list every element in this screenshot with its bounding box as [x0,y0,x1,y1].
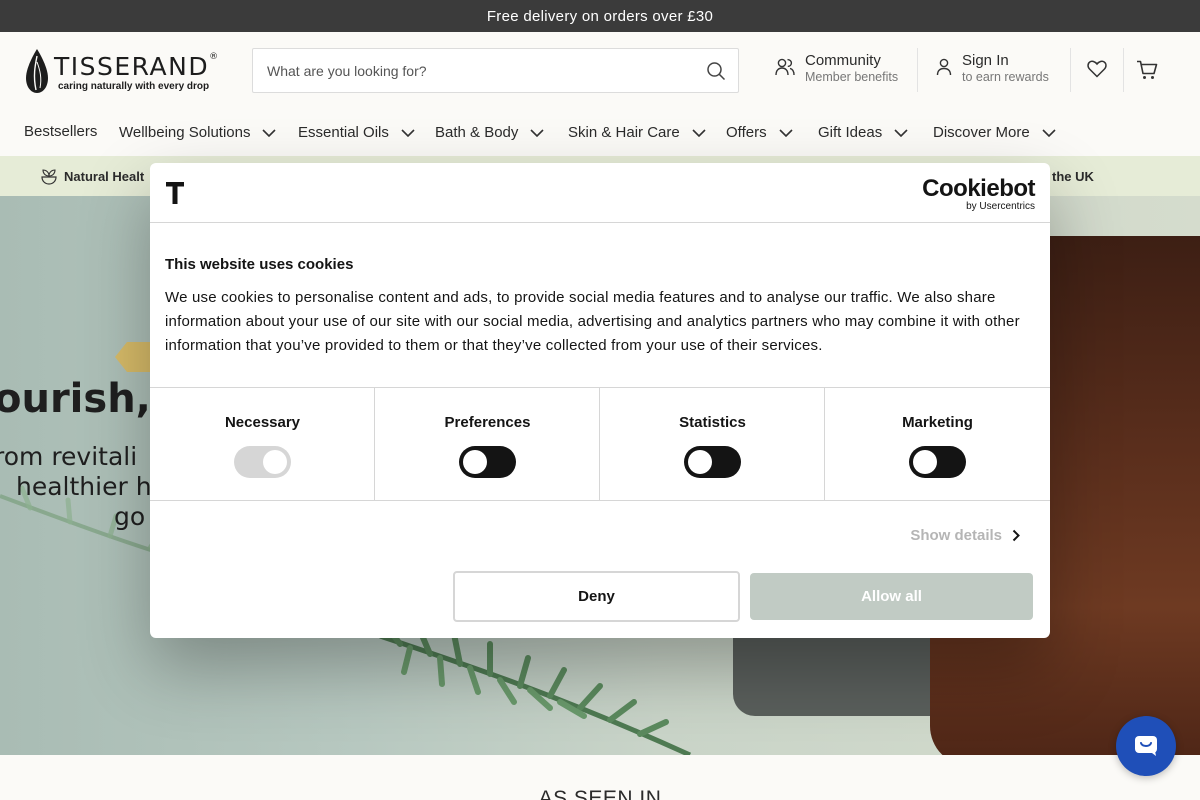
nav-item-offers[interactable]: Offers [726,124,793,141]
header-divider [1070,48,1071,92]
brand-wordmark: TISSERAND® [54,52,220,81]
cookie-consent-dialog: Cookiebot by Usercentrics This website u… [150,163,1050,638]
header-divider [917,48,918,92]
toggle-knob [463,450,487,474]
category-label: Marketing [902,414,973,431]
chat-icon [1135,736,1157,756]
user-icon [936,58,952,81]
sign-in-title: Sign In [962,52,1009,69]
cookiebot-logo[interactable]: Cookiebot by Usercentrics [922,175,1035,213]
chevron-down-icon [401,128,415,137]
dialog-header: Cookiebot by Usercentrics [150,163,1050,223]
nav-item-gift-ideas[interactable]: Gift Ideas [818,124,908,141]
heart-icon[interactable] [1087,60,1107,83]
nav-item-skin-hair-care[interactable]: Skin & Hair Care [568,124,706,141]
category-label: Preferences [444,414,531,431]
tisserand-logo[interactable]: TISSERAND® caring naturally with every d… [24,48,226,94]
main-navigation: Bestsellers Wellbeing Solutions Essentia… [0,120,1200,156]
necessary-toggle [234,446,291,478]
nav-item-wellbeing-solutions[interactable]: Wellbeing Solutions [119,124,277,141]
allow-all-button[interactable]: Allow all [750,573,1033,620]
dialog-body: We use cookies to personalise content an… [165,289,1020,354]
announcement-bar: Free delivery on orders over £30 [0,0,1200,32]
cookiebot-by: by Usercentrics [966,201,1035,212]
usp-item-uk: the UK [1052,169,1094,184]
cart-icon[interactable] [1136,60,1158,85]
chevron-down-icon [530,128,544,137]
nav-item-essential-oils[interactable]: Essential Oils [298,124,415,141]
dialog-title: This website uses cookies [165,256,354,273]
statistics-toggle[interactable] [684,446,741,478]
toggle-knob [913,450,937,474]
header-divider [1123,48,1124,92]
toggle-knob [263,450,287,474]
chat-button[interactable] [1116,716,1176,776]
nav-item-bath-body[interactable]: Bath & Body [435,124,544,141]
category-label: Statistics [679,414,746,431]
deny-button[interactable]: Deny [453,571,740,622]
search-icon[interactable] [706,61,726,86]
site-header: TISSERAND® caring naturally with every d… [0,32,1200,156]
chevron-down-icon [692,128,706,137]
marketing-toggle[interactable] [909,446,966,478]
community-icon [775,58,795,81]
chevron-down-icon [1042,128,1056,137]
toggle-knob [688,450,712,474]
community-title: Community [805,52,881,69]
community-subtitle: Member benefits [805,70,899,84]
nav-item-discover-more[interactable]: Discover More [933,124,1056,141]
tisserand-t-logo [166,182,184,204]
category-necessary: Necessary [150,388,375,500]
leaf-bowl-icon [41,169,57,185]
search-box [252,48,739,93]
cookie-categories: Necessary Preferences Statistics Marketi… [150,387,1050,501]
community-link[interactable]: Community Member benefits [775,52,898,92]
chevron-down-icon [262,128,277,137]
category-marketing: Marketing [825,388,1050,500]
as-seen-in-section: AS SEEN IN [0,755,1200,800]
sign-in-link[interactable]: Sign In to earn rewards [936,52,1049,92]
announcement-text: Free delivery on orders over £30 [486,7,714,25]
show-details-link[interactable]: Show details [910,527,1020,544]
usp-item-natural-health: Natural Healt [40,167,144,185]
search-input[interactable] [253,49,693,92]
drop-logo-icon [26,49,48,93]
hero-title: ourish, [0,376,151,422]
section-title: AS SEEN IN [538,787,662,800]
chevron-right-icon [1012,529,1020,542]
chevron-down-icon [894,128,908,137]
category-preferences: Preferences [375,388,600,500]
chevron-down-icon [779,128,793,137]
nav-item-bestsellers[interactable]: Bestsellers [24,123,97,140]
category-label: Necessary [224,414,301,431]
sign-in-subtitle: to earn rewards [962,70,1049,84]
preferences-toggle[interactable] [459,446,516,478]
cookiebot-name: Cookiebot [922,175,1035,202]
category-statistics: Statistics [600,388,825,500]
brand-tagline: caring naturally with every drop [58,81,210,92]
